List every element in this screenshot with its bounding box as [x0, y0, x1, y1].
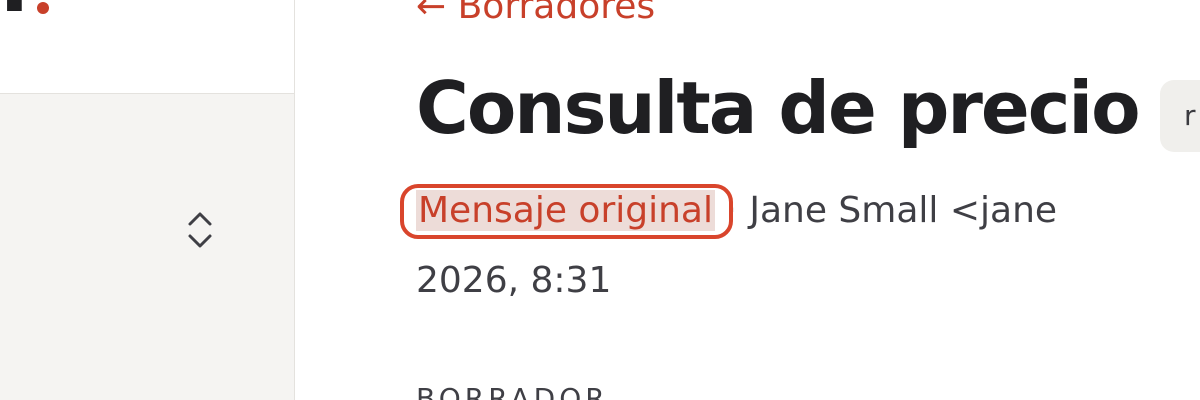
original-message-link[interactable]: Mensaje original [416, 190, 715, 231]
chevron-up-down-icon [188, 212, 212, 248]
app-logo: r [0, 0, 41, 24]
meta-line-sender: Mensaje original · Jane Small <jane [416, 176, 1200, 246]
section-label-draft: BORRADOR [416, 382, 609, 400]
account-switcher-button[interactable] [184, 208, 216, 252]
logo-dot-icon [37, 2, 49, 14]
meta-line-date: 2026, 8:31 [416, 246, 1200, 316]
app-window: r ← Borradores Consulta de precio r Mens… [0, 0, 1200, 400]
message-date: 2026, 8:31 [416, 260, 612, 301]
message-meta: Mensaje original · Jane Small <jane 2026… [416, 176, 1200, 316]
sender-address: Jane Small <jane [749, 190, 1058, 231]
tag-chip[interactable]: r [1160, 80, 1200, 152]
meta-separator: · [715, 190, 750, 231]
sidebar: r [0, 0, 295, 400]
page-title: Consulta de precio [416, 66, 1141, 150]
back-to-drafts-link[interactable]: ← Borradores [416, 0, 655, 27]
sidebar-header: r [0, 0, 294, 94]
main-content: ← Borradores Consulta de precio r Mensaj… [296, 0, 1200, 400]
